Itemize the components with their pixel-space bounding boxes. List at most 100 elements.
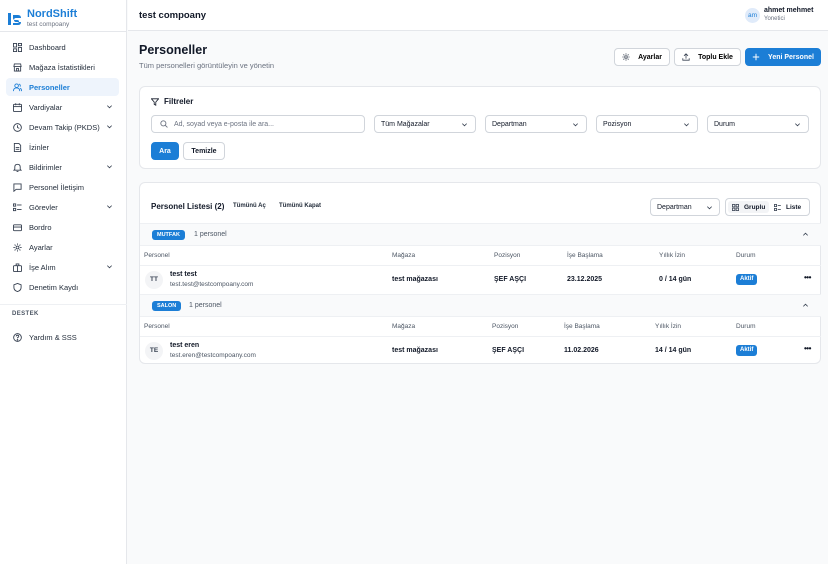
nordshift-logo-icon (8, 12, 21, 25)
view-toggle: Gruplu Liste (725, 198, 810, 216)
upload-icon (682, 53, 690, 61)
position-select[interactable]: Pozisyon (596, 115, 698, 133)
bulk-add-button[interactable]: Toplu Ekle (674, 48, 741, 66)
group-header-mutfak[interactable]: MUTFAK 1 personel (140, 223, 821, 245)
chevron-down-icon (684, 123, 689, 127)
brand-name: NordShift (27, 8, 78, 20)
staff-start-date: 23.12.2025 (567, 276, 603, 283)
view-grouped-button[interactable]: Gruplu (728, 201, 770, 213)
sidebar-item-tasks[interactable]: Görevler (6, 198, 119, 216)
grid-icon (732, 203, 739, 211)
department-select-value: Departman (492, 120, 527, 128)
sidebar-item-store-stats[interactable]: Mağaza İstatistikleri (6, 58, 119, 76)
new-staff-button[interactable]: Yeni Personel (745, 48, 821, 66)
users-icon (13, 82, 22, 91)
sidebar-item-help[interactable]: Yardım & SSS (6, 328, 119, 346)
column-header-status: Durum (736, 252, 756, 259)
support-nav: Yardım & SSS (6, 328, 119, 348)
filters-title-text: Filtreler (164, 97, 194, 106)
chevron-down-icon (462, 123, 467, 127)
view-list-button[interactable]: Liste (770, 201, 805, 213)
avatar: TE (145, 342, 163, 360)
page-subtitle: Tüm personelleri görüntüleyin ve yönetin (139, 61, 275, 70)
more-actions-icon[interactable]: ••• (804, 344, 811, 353)
group-by-select[interactable]: Departman (650, 198, 720, 216)
group-header-salon[interactable]: SALON 1 personel (140, 294, 821, 316)
sidebar-item-payroll[interactable]: Bordro (6, 218, 119, 236)
dashboard-icon (13, 42, 22, 52)
staff-name[interactable]: test test (170, 271, 197, 278)
view-grouped-label: Gruplu (744, 203, 766, 211)
sidebar-item-settings[interactable]: Ayarlar (6, 238, 119, 256)
page-title: Personeller (139, 43, 208, 57)
search-icon (160, 120, 168, 128)
chevron-down-icon (707, 206, 712, 210)
divider (0, 304, 127, 305)
topbar: test compoany am ahmet mehmet Yonetici (128, 0, 828, 31)
status-badge: Aktif (736, 274, 758, 285)
column-header-annual-leave: Yıllık İzin (655, 323, 682, 330)
sidebar-item-audit-log[interactable]: Denetim Kaydı (6, 278, 119, 296)
chevron-down-icon (107, 265, 112, 269)
sidebar-item-staff-communication[interactable]: Personel İletişim (6, 178, 119, 196)
staff-annual-leave: 0 / 14 gün (659, 276, 692, 283)
sidebar-section-title: DESTEK (12, 311, 39, 317)
collapse-all-button[interactable]: Tümünü Kapat (279, 203, 321, 209)
user-avatar[interactable]: am (745, 8, 760, 23)
sidebar-item-staff[interactable]: Personeller (6, 78, 119, 96)
clock-icon (13, 122, 22, 132)
expand-all-button[interactable]: Tümünü Aç (233, 203, 266, 209)
chevron-up-icon[interactable] (802, 231, 809, 238)
column-header-position: Pozisyon (494, 252, 521, 259)
sidebar-item-label: İşe Alım (29, 262, 56, 272)
sidebar-item-dashboard[interactable]: Dashboard (6, 38, 119, 56)
payroll-icon (13, 223, 22, 231)
clear-button[interactable]: Temizle (183, 142, 225, 160)
staff-email: test.test@testcompoany.com (170, 281, 254, 288)
column-header-start-date: İşe Başlama (564, 323, 600, 330)
position-select-value: Pozisyon (603, 120, 632, 128)
leave-icon (13, 142, 22, 152)
avatar: TT (145, 271, 163, 289)
column-header-position: Pozisyon (492, 323, 519, 330)
gear-icon (13, 242, 22, 252)
sidebar: NordShift test compoany Dashboard Mağaza… (0, 0, 127, 564)
chevron-up-icon[interactable] (802, 302, 809, 309)
search-input[interactable]: Ad, soyad veya e-posta ile ara... (151, 115, 365, 133)
sidebar-item-notifications[interactable]: Bildirimler (6, 158, 119, 176)
column-header-staff: Personel (144, 323, 170, 330)
briefcase-icon (13, 262, 22, 272)
gear-icon (622, 53, 630, 61)
shield-icon (13, 282, 22, 292)
sidebar-item-label: Personeller (29, 82, 70, 92)
department-select[interactable]: Departman (485, 115, 587, 133)
chevron-down-icon (573, 123, 578, 127)
store-select[interactable]: Tüm Mağazalar (374, 115, 476, 133)
sidebar-item-label: Yardım & SSS (29, 332, 77, 342)
status-badge: Aktif (736, 345, 758, 356)
user-name[interactable]: ahmet mehmet (764, 7, 813, 14)
divider (140, 316, 821, 317)
search-button[interactable]: Ara (151, 142, 179, 160)
status-select[interactable]: Durum (707, 115, 809, 133)
new-staff-button-label: Yeni Personel (768, 53, 814, 61)
sidebar-item-shifts[interactable]: Vardiyalar (6, 98, 119, 116)
staff-name[interactable]: test eren (170, 342, 199, 349)
sidebar-nav: Dashboard Mağaza İstatistikleri Personel… (6, 38, 119, 298)
group-count: 1 personel (189, 302, 222, 309)
staff-email: test.eren@testcompoany.com (170, 352, 256, 359)
sidebar-item-label: İzinler (29, 142, 50, 152)
settings-button[interactable]: Ayarlar (614, 48, 670, 66)
sidebar-item-label: Vardiyalar (29, 102, 63, 112)
sidebar-item-label: Devam Takip (PKDS) (29, 122, 100, 132)
sidebar-item-attendance[interactable]: Devam Takip (PKDS) (6, 118, 119, 136)
chevron-down-icon (107, 205, 112, 209)
tasks-icon (13, 202, 22, 211)
sidebar-item-leaves[interactable]: İzinler (6, 138, 119, 156)
column-header-annual-leave: Yıllık İzin (659, 252, 686, 259)
brand[interactable]: NordShift test compoany (0, 0, 126, 31)
sidebar-item-recruitment[interactable]: İşe Alım (6, 258, 119, 276)
more-actions-icon[interactable]: ••• (804, 273, 811, 282)
sidebar-item-label: Bordro (29, 222, 52, 232)
staff-list-card: Personel Listesi (2) Tümünü Aç Tümünü Ka… (139, 182, 821, 364)
